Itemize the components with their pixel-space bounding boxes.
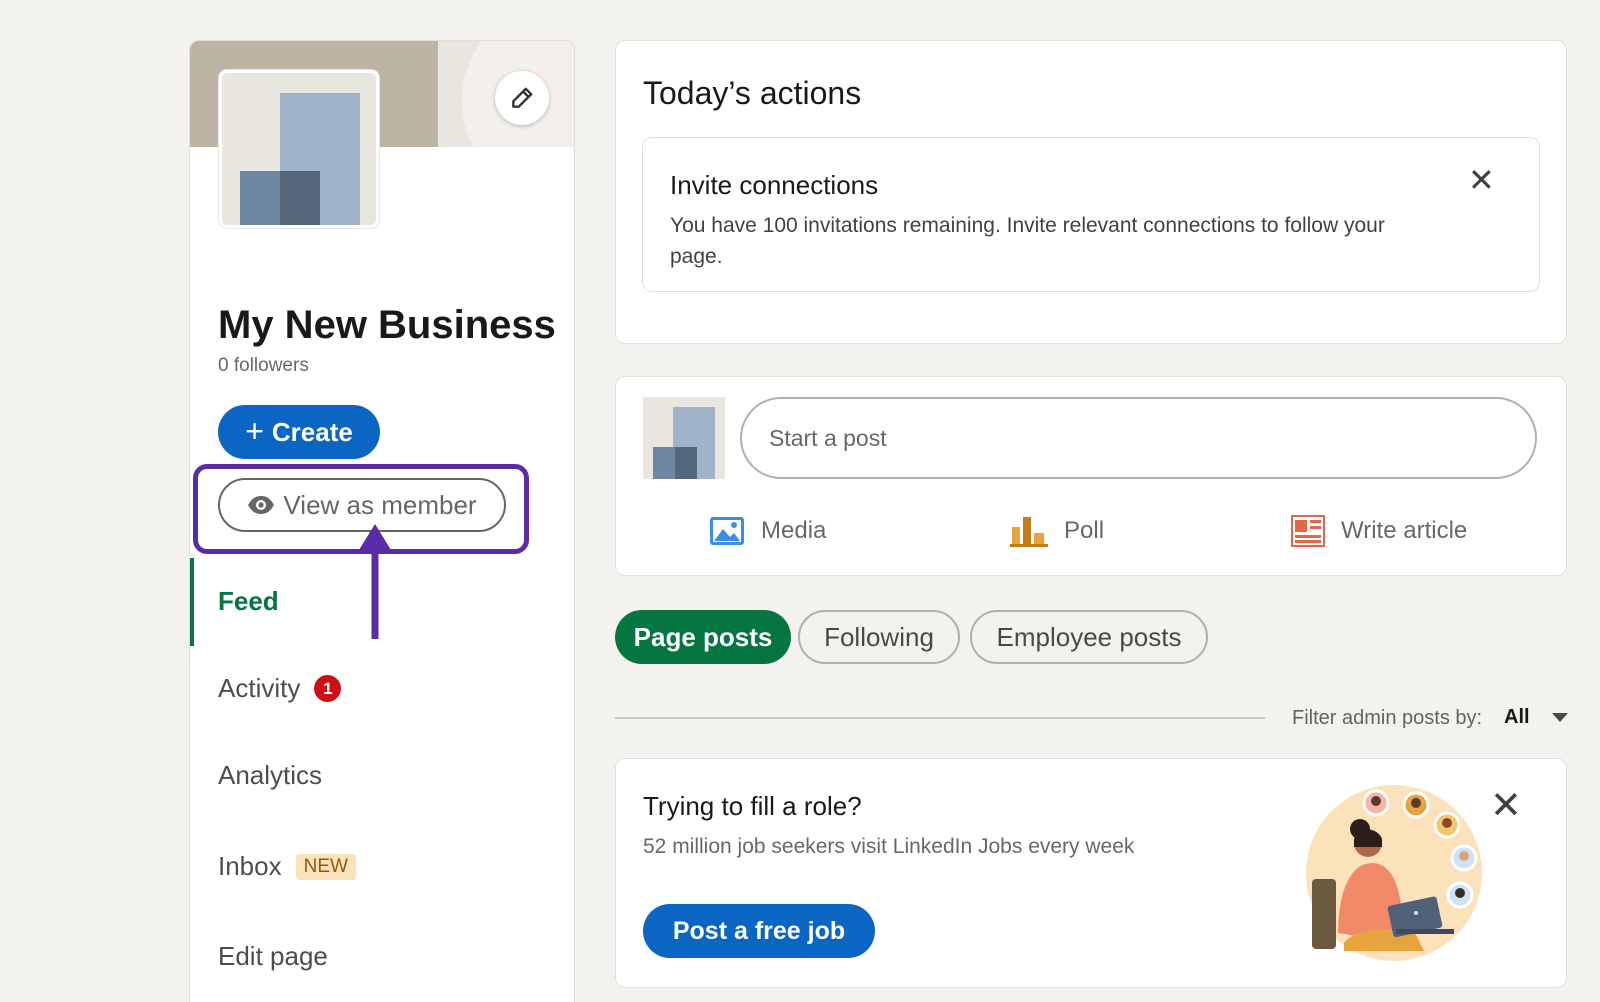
notification-badge: 1: [314, 675, 342, 702]
card-title: Today’s actions: [643, 75, 862, 111]
arrow-up-icon: [359, 524, 391, 639]
new-badge: NEW: [295, 853, 356, 880]
poll-button[interactable]: Poll: [1010, 511, 1104, 551]
tab-employee-posts[interactable]: Employee posts: [970, 610, 1208, 664]
page-avatar: [643, 397, 725, 479]
nav-item-analytics[interactable]: Analytics: [218, 760, 322, 791]
eye-icon: [248, 496, 275, 514]
nav-item-activity[interactable]: Activity 1: [218, 673, 342, 704]
article-icon: [1291, 515, 1325, 547]
poll-icon: [1010, 517, 1048, 547]
start-post-input[interactable]: [740, 397, 1537, 479]
media-button[interactable]: Media: [709, 511, 826, 551]
create-label: Create: [271, 416, 353, 447]
promo-title: Trying to fill a role?: [643, 791, 862, 821]
caret-down-icon: [1551, 713, 1568, 722]
invite-description: You have 100 invitations remaining. Invi…: [670, 214, 1385, 268]
pencil-icon: [512, 87, 533, 108]
job-promo-card: Trying to fill a role? 52 million job se…: [615, 758, 1567, 988]
filter-dropdown[interactable]: All: [1504, 706, 1568, 729]
view-as-member-label: View as member: [283, 489, 477, 520]
active-nav-indicator: [190, 558, 194, 646]
filter-label: Filter admin posts by:: [1292, 707, 1483, 729]
create-button[interactable]: + Create: [218, 405, 380, 459]
invite-title[interactable]: Invite connections: [670, 170, 878, 201]
todays-actions-card: Today’s actions Invite connections You h…: [615, 40, 1567, 344]
tab-page-posts[interactable]: Page posts: [615, 610, 791, 664]
page-sidebar: My New Business 0 followers + Create Vie…: [189, 40, 575, 1002]
tab-following[interactable]: Following: [798, 610, 960, 664]
close-icon[interactable]: ✕: [1490, 787, 1522, 825]
image-icon: [710, 517, 744, 545]
post-free-job-button[interactable]: Post a free job: [643, 904, 875, 958]
follower-count[interactable]: 0 followers: [218, 355, 309, 377]
invite-connections-panel: Invite connections You have 100 invitati…: [642, 137, 1540, 292]
close-icon[interactable]: ✕: [1468, 164, 1495, 196]
promo-subtitle: 52 million job seekers visit LinkedIn Jo…: [643, 835, 1135, 858]
company-logo[interactable]: [219, 70, 379, 228]
nav-item-feed[interactable]: Feed: [218, 586, 279, 617]
divider: [615, 717, 1265, 719]
edit-cover-button[interactable]: [495, 71, 549, 125]
hiring-illustration: [1306, 785, 1482, 961]
nav-item-inbox[interactable]: Inbox NEW: [218, 851, 356, 882]
nav-item-edit-page[interactable]: Edit page: [218, 941, 328, 972]
plus-icon: +: [245, 412, 264, 449]
post-composer: Media Poll Write article: [615, 376, 1567, 576]
write-article-button[interactable]: Write article: [1291, 511, 1467, 551]
business-name: My New Business: [218, 303, 556, 347]
